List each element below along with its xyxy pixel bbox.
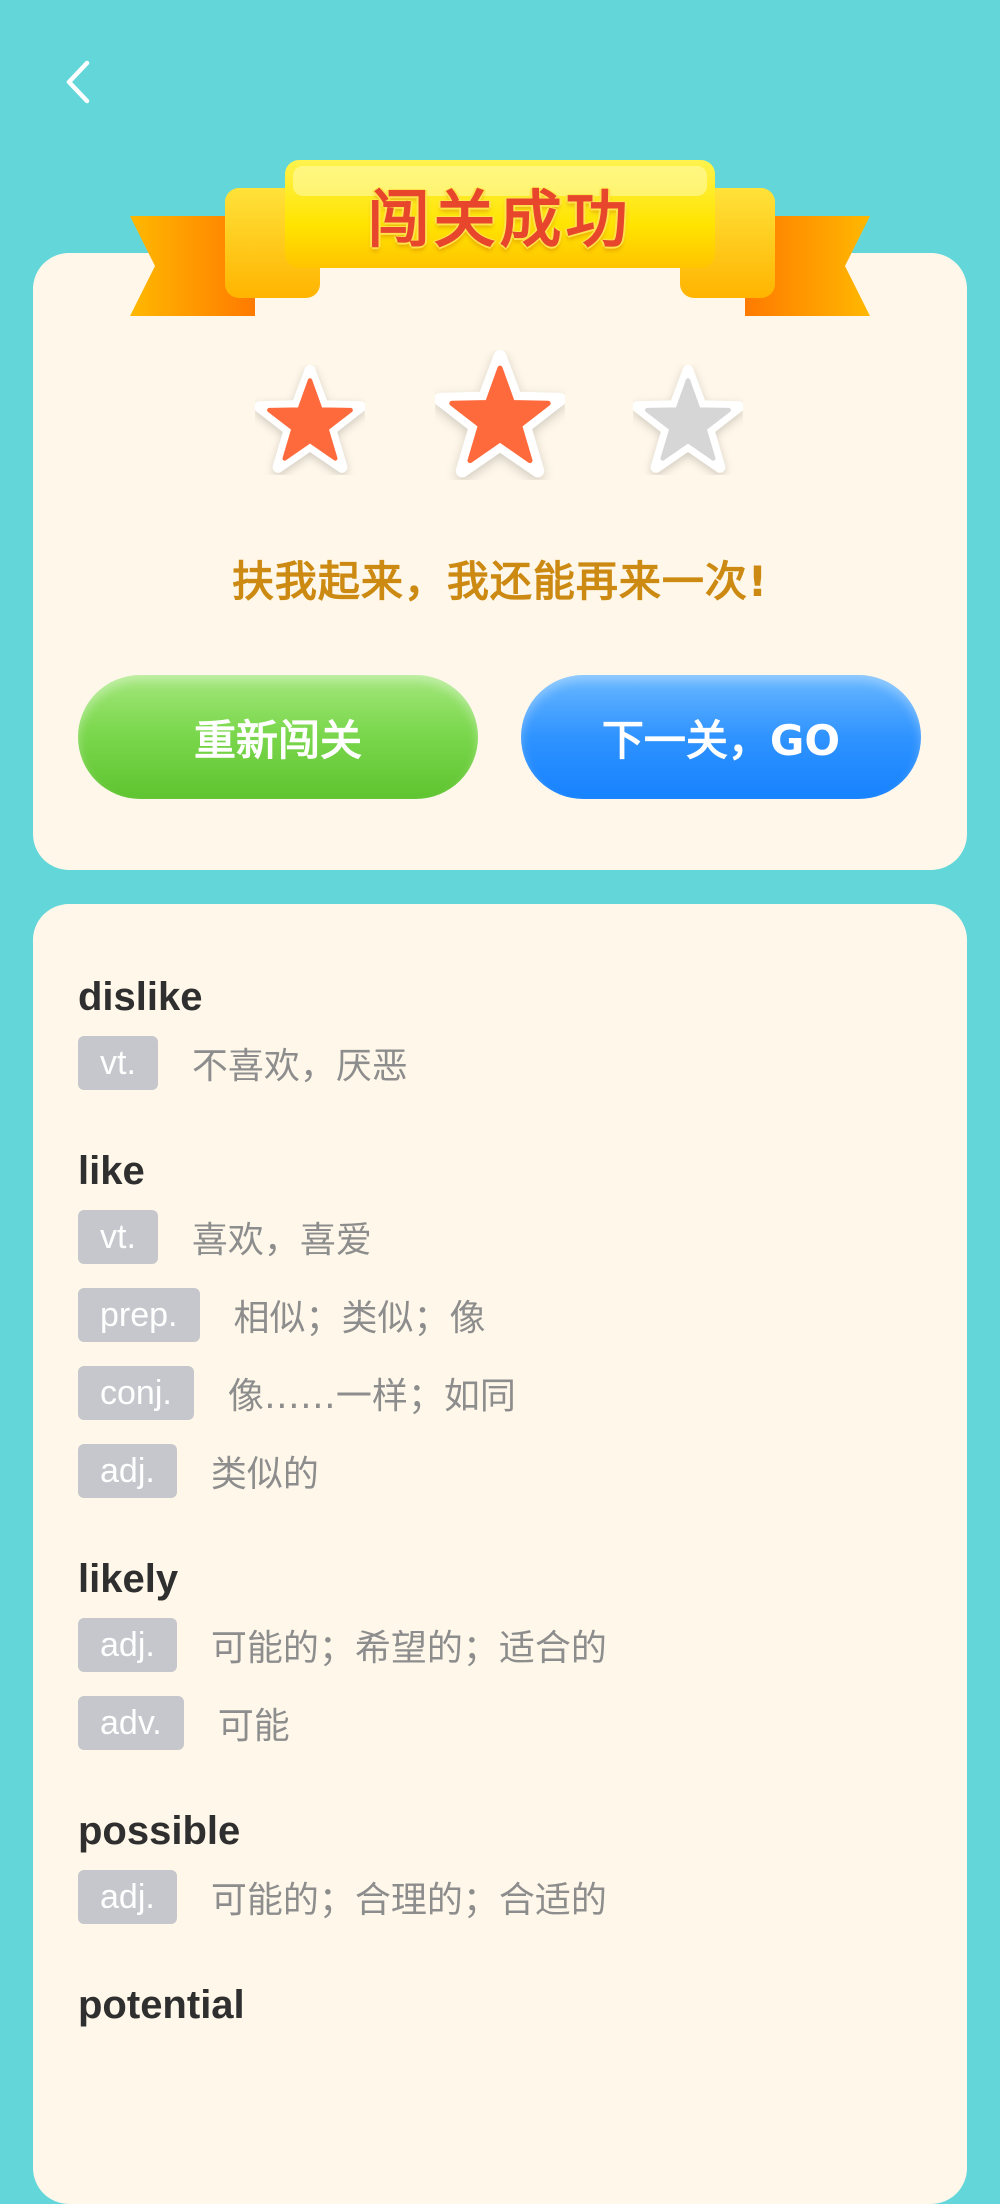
definition-text: 像……一样；如同 <box>227 1376 516 1417</box>
word-title: possible <box>78 1809 241 1853</box>
star-icon <box>435 350 565 478</box>
part-of-speech-tag: conj. <box>78 1366 194 1420</box>
word-title: likely <box>78 1557 179 1601</box>
definition-row: adj. 可能的；希望的；适合的 <box>78 1617 928 1673</box>
definition-text: 可能的；希望的；适合的 <box>210 1628 607 1669</box>
definition-text: 类似的 <box>210 1454 319 1495</box>
star-icon <box>255 365 365 473</box>
word-entry[interactable]: possible adj. 可能的；合理的；合适的 <box>78 1801 928 1925</box>
word-entry[interactable]: potential <box>78 1975 928 2035</box>
part-of-speech-tag: adj. <box>78 1870 177 1924</box>
next-level-button-label: 下一关，GO <box>601 715 841 765</box>
part-of-speech-tag: adj. <box>78 1444 177 1498</box>
definition-text: 喜欢，喜爱 <box>191 1220 372 1261</box>
word-title: like <box>78 1149 145 1193</box>
word-entry[interactable]: dislike vt. 不喜欢，厌恶 <box>78 967 928 1091</box>
part-of-speech-tag: vt. <box>78 1036 158 1090</box>
definition-row: vt. 喜欢，喜爱 <box>78 1209 928 1265</box>
part-of-speech-tag: adj. <box>78 1618 177 1672</box>
word-title: potential <box>78 1983 245 2027</box>
definition-text: 可能的；合理的；合适的 <box>210 1880 607 1921</box>
definition-row: prep. 相似；类似；像 <box>78 1287 928 1343</box>
retry-button-label: 重新闯关 <box>193 715 362 765</box>
back-button[interactable] <box>48 52 108 112</box>
definition-row: adj. 可能的；合理的；合适的 <box>78 1869 928 1925</box>
star-rating <box>0 350 1000 485</box>
part-of-speech-tag: vt. <box>78 1210 158 1264</box>
definition-row: adv. 可能 <box>78 1695 928 1751</box>
definition-text: 不喜欢，厌恶 <box>191 1046 408 1087</box>
next-level-button[interactable]: 下一关，GO <box>521 675 921 799</box>
definition-row: conj. 像……一样；如同 <box>78 1365 928 1421</box>
word-title: dislike <box>78 975 203 1019</box>
definition-text: 相似；类似；像 <box>233 1298 486 1339</box>
definition-row: adj. 类似的 <box>78 1443 928 1499</box>
word-list-card: dislike vt. 不喜欢，厌恶 like vt. 喜欢，喜爱 prep. 相似；类似；像… <box>33 904 967 2204</box>
banner-title: 闯关成功 <box>367 183 632 256</box>
word-list: dislike vt. 不喜欢，厌恶 like vt. 喜欢，喜爱 prep. 相似；类似；像… <box>78 967 928 2085</box>
chevron-left-icon <box>66 60 90 104</box>
definition-text: 可能 <box>217 1706 290 1747</box>
retry-button[interactable]: 重新闯关 <box>78 675 478 799</box>
encouragement-message: 扶我起来，我还能再来一次! <box>231 557 769 606</box>
star-empty-icon <box>633 365 743 473</box>
definition-row: vt. 不喜欢，厌恶 <box>78 1035 928 1091</box>
word-entry[interactable]: likely adj. 可能的；希望的；适合的 adv. 可能 <box>78 1549 928 1751</box>
part-of-speech-tag: adv. <box>78 1696 184 1750</box>
part-of-speech-tag: prep. <box>78 1288 200 1342</box>
word-entry[interactable]: like vt. 喜欢，喜爱 prep. 相似；类似；像 conj. 像……一样；如同 adj… <box>78 1141 928 1499</box>
